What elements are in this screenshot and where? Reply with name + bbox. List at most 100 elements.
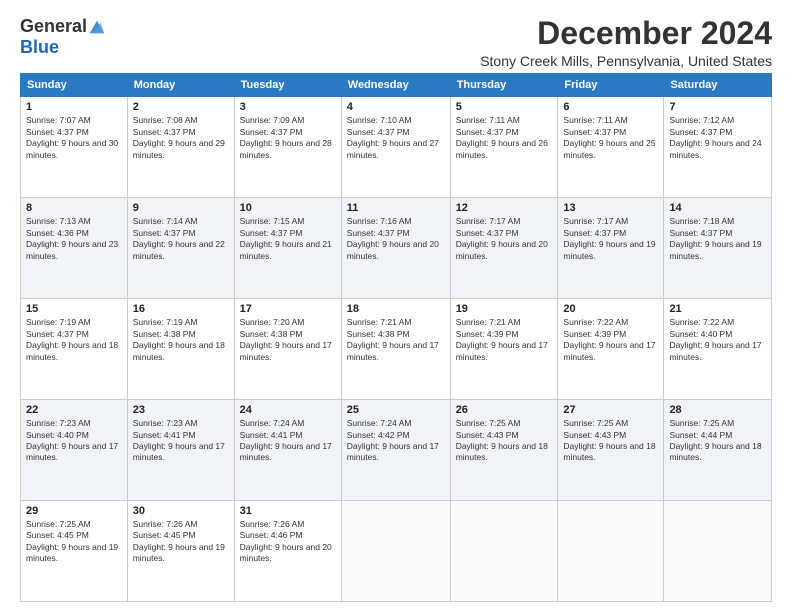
calendar-cell: 21 Sunrise: 7:22 AMSunset: 4:40 PMDayligh…: [664, 299, 772, 400]
week-row-5: 29 Sunrise: 7:25 AMSunset: 4:45 PMDayligh…: [21, 501, 772, 602]
day-info: Sunrise: 7:22 AMSunset: 4:39 PMDaylight:…: [563, 317, 655, 361]
day-number: 10: [240, 202, 336, 214]
day-number: 14: [669, 202, 766, 214]
day-info: Sunrise: 7:23 AMSunset: 4:41 PMDaylight:…: [133, 418, 225, 462]
day-info: Sunrise: 7:17 AMSunset: 4:37 PMDaylight:…: [563, 216, 655, 260]
logo-general-text: General: [20, 16, 87, 37]
day-info: Sunrise: 7:11 AMSunset: 4:37 PMDaylight:…: [456, 115, 548, 159]
day-number: 9: [133, 202, 229, 214]
day-number: 17: [240, 303, 336, 315]
calendar-cell: 5 Sunrise: 7:11 AMSunset: 4:37 PMDaylight…: [450, 97, 558, 198]
day-number: 19: [456, 303, 553, 315]
title-block: December 2024 Stony Creek Mills, Pennsyl…: [480, 16, 772, 69]
day-info: Sunrise: 7:21 AMSunset: 4:39 PMDaylight:…: [456, 317, 548, 361]
day-info: Sunrise: 7:25 AMSunset: 4:44 PMDaylight:…: [669, 418, 761, 462]
calendar-cell: 6 Sunrise: 7:11 AMSunset: 4:37 PMDaylight…: [558, 97, 664, 198]
day-info: Sunrise: 7:15 AMSunset: 4:37 PMDaylight:…: [240, 216, 332, 260]
day-info: Sunrise: 7:11 AMSunset: 4:37 PMDaylight:…: [563, 115, 655, 159]
day-info: Sunrise: 7:07 AMSunset: 4:37 PMDaylight:…: [26, 115, 118, 159]
logo-icon: [88, 18, 106, 36]
day-info: Sunrise: 7:09 AMSunset: 4:37 PMDaylight:…: [240, 115, 332, 159]
week-row-2: 8 Sunrise: 7:13 AMSunset: 4:36 PMDaylight…: [21, 198, 772, 299]
header: General Blue December 2024 Stony Creek M…: [20, 16, 772, 69]
day-info: Sunrise: 7:17 AMSunset: 4:37 PMDaylight:…: [456, 216, 548, 260]
day-info: Sunrise: 7:21 AMSunset: 4:38 PMDaylight:…: [347, 317, 439, 361]
calendar-cell: 12 Sunrise: 7:17 AMSunset: 4:37 PMDayligh…: [450, 198, 558, 299]
calendar-cell: 23 Sunrise: 7:23 AMSunset: 4:41 PMDayligh…: [127, 400, 234, 501]
location-title: Stony Creek Mills, Pennsylvania, United …: [480, 53, 772, 69]
day-info: Sunrise: 7:25 AMSunset: 4:43 PMDaylight:…: [456, 418, 548, 462]
calendar-cell: [450, 501, 558, 602]
calendar-cell: 18 Sunrise: 7:21 AMSunset: 4:38 PMDayligh…: [341, 299, 450, 400]
calendar-cell: 10 Sunrise: 7:15 AMSunset: 4:37 PMDayligh…: [234, 198, 341, 299]
day-number: 30: [133, 505, 229, 517]
calendar-cell: 2Sunrise: 7:08 AMSunset: 4:37 PMDaylight…: [127, 97, 234, 198]
calendar-cell: 9Sunrise: 7:14 AMSunset: 4:37 PMDaylight…: [127, 198, 234, 299]
col-header-thursday: Thursday: [450, 74, 558, 97]
calendar-cell: [664, 501, 772, 602]
day-info: Sunrise: 7:25 AMSunset: 4:45 PMDaylight:…: [26, 519, 118, 563]
day-info: Sunrise: 7:26 AMSunset: 4:45 PMDaylight:…: [133, 519, 225, 563]
calendar-cell: 25 Sunrise: 7:24 AMSunset: 4:42 PMDayligh…: [341, 400, 450, 501]
day-info: Sunrise: 7:18 AMSunset: 4:37 PMDaylight:…: [669, 216, 761, 260]
col-header-saturday: Saturday: [664, 74, 772, 97]
calendar-cell: 8 Sunrise: 7:13 AMSunset: 4:36 PMDaylight…: [21, 198, 128, 299]
day-info: Sunrise: 7:12 AMSunset: 4:37 PMDaylight:…: [669, 115, 761, 159]
calendar-cell: 20 Sunrise: 7:22 AMSunset: 4:39 PMDayligh…: [558, 299, 664, 400]
day-info: Sunrise: 7:20 AMSunset: 4:38 PMDaylight:…: [240, 317, 332, 361]
col-header-tuesday: Tuesday: [234, 74, 341, 97]
calendar-cell: 15Sunrise: 7:19 AMSunset: 4:37 PMDayligh…: [21, 299, 128, 400]
calendar-cell: 1 Sunrise: 7:07 AMSunset: 4:37 PMDaylight…: [21, 97, 128, 198]
calendar-table: SundayMondayTuesdayWednesdayThursdayFrid…: [20, 73, 772, 602]
day-number: 12: [456, 202, 553, 214]
day-number: 28: [669, 404, 766, 416]
day-number: 6: [563, 101, 658, 113]
calendar-cell: 7Sunrise: 7:12 AMSunset: 4:37 PMDaylight…: [664, 97, 772, 198]
week-row-3: 15Sunrise: 7:19 AMSunset: 4:37 PMDayligh…: [21, 299, 772, 400]
day-info: Sunrise: 7:13 AMSunset: 4:36 PMDaylight:…: [26, 216, 118, 260]
day-number: 18: [347, 303, 445, 315]
calendar-cell: 3 Sunrise: 7:09 AMSunset: 4:37 PMDaylight…: [234, 97, 341, 198]
calendar-cell: 4 Sunrise: 7:10 AMSunset: 4:37 PMDaylight…: [341, 97, 450, 198]
day-number: 21: [669, 303, 766, 315]
week-row-4: 22Sunrise: 7:23 AMSunset: 4:40 PMDayligh…: [21, 400, 772, 501]
day-number: 3: [240, 101, 336, 113]
day-info: Sunrise: 7:10 AMSunset: 4:37 PMDaylight:…: [347, 115, 439, 159]
day-info: Sunrise: 7:26 AMSunset: 4:46 PMDaylight:…: [240, 519, 332, 563]
day-number: 2: [133, 101, 229, 113]
day-info: Sunrise: 7:19 AMSunset: 4:38 PMDaylight:…: [133, 317, 225, 361]
calendar-cell: 14 Sunrise: 7:18 AMSunset: 4:37 PMDayligh…: [664, 198, 772, 299]
calendar-cell: 28 Sunrise: 7:25 AMSunset: 4:44 PMDayligh…: [664, 400, 772, 501]
day-number: 11: [347, 202, 445, 214]
day-number: 5: [456, 101, 553, 113]
calendar-cell: [341, 501, 450, 602]
day-info: Sunrise: 7:25 AMSunset: 4:43 PMDaylight:…: [563, 418, 655, 462]
day-info: Sunrise: 7:22 AMSunset: 4:40 PMDaylight:…: [669, 317, 761, 361]
calendar-cell: 31Sunrise: 7:26 AMSunset: 4:46 PMDayligh…: [234, 501, 341, 602]
day-number: 27: [563, 404, 658, 416]
col-header-monday: Monday: [127, 74, 234, 97]
day-number: 25: [347, 404, 445, 416]
day-number: 26: [456, 404, 553, 416]
day-info: Sunrise: 7:24 AMSunset: 4:42 PMDaylight:…: [347, 418, 439, 462]
calendar-cell: 29 Sunrise: 7:25 AMSunset: 4:45 PMDayligh…: [21, 501, 128, 602]
col-header-friday: Friday: [558, 74, 664, 97]
calendar-cell: 30 Sunrise: 7:26 AMSunset: 4:45 PMDayligh…: [127, 501, 234, 602]
day-info: Sunrise: 7:16 AMSunset: 4:37 PMDaylight:…: [347, 216, 439, 260]
day-number: 4: [347, 101, 445, 113]
day-number: 23: [133, 404, 229, 416]
day-number: 20: [563, 303, 658, 315]
day-number: 24: [240, 404, 336, 416]
calendar-cell: 27 Sunrise: 7:25 AMSunset: 4:43 PMDayligh…: [558, 400, 664, 501]
day-info: Sunrise: 7:24 AMSunset: 4:41 PMDaylight:…: [240, 418, 332, 462]
week-row-1: 1 Sunrise: 7:07 AMSunset: 4:37 PMDaylight…: [21, 97, 772, 198]
day-number: 22: [26, 404, 122, 416]
calendar-cell: 13Sunrise: 7:17 AMSunset: 4:37 PMDayligh…: [558, 198, 664, 299]
month-title: December 2024: [480, 16, 772, 51]
calendar-cell: 22Sunrise: 7:23 AMSunset: 4:40 PMDayligh…: [21, 400, 128, 501]
day-number: 1: [26, 101, 122, 113]
day-number: 8: [26, 202, 122, 214]
calendar-cell: 16Sunrise: 7:19 AMSunset: 4:38 PMDayligh…: [127, 299, 234, 400]
day-number: 29: [26, 505, 122, 517]
col-header-sunday: Sunday: [21, 74, 128, 97]
